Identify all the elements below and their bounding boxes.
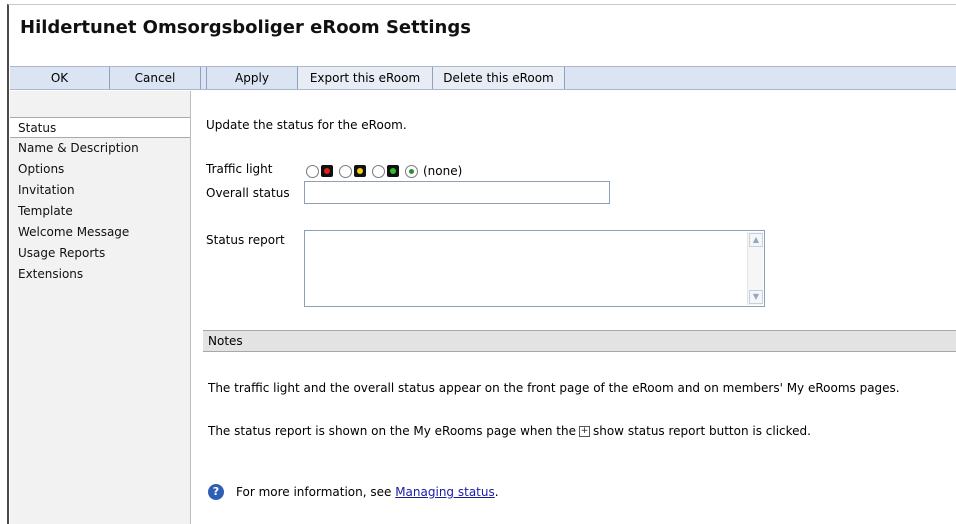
yellow-light-icon <box>354 165 366 177</box>
more-info: ? For more information, see Managing sta… <box>208 484 499 500</box>
notes-line-report-text-1: The status report is shown on the My eRo… <box>208 424 576 438</box>
ok-button[interactable]: OK <box>10 67 110 89</box>
help-icon: ? <box>208 484 224 500</box>
sidebar-item-invitation[interactable]: Invitation <box>10 180 190 201</box>
sidebar-item-template[interactable]: Template <box>10 201 190 222</box>
traffic-none-radio[interactable] <box>405 164 418 178</box>
traffic-red-radio[interactable] <box>306 164 319 178</box>
traffic-yellow-radio[interactable] <box>339 164 352 178</box>
notes-line-report: The status report is shown on the My eRo… <box>208 424 811 438</box>
red-light-icon <box>321 165 333 177</box>
notes-line-traffic: The traffic light and the overall status… <box>208 381 900 395</box>
sidebar: Status Name & Description Options Invita… <box>10 91 191 524</box>
overall-status-label: Overall status <box>206 186 290 200</box>
sidebar-item-options[interactable]: Options <box>10 159 190 180</box>
status-intro: Update the status for the eRoom. <box>206 118 407 132</box>
managing-status-link[interactable]: Managing status <box>395 485 495 499</box>
expand-plus-icon: + <box>578 425 590 437</box>
cancel-button[interactable]: Cancel <box>110 67 201 89</box>
overall-status-input[interactable] <box>304 181 610 204</box>
delete-eroom-button[interactable]: Delete this eRoom <box>433 67 565 89</box>
status-report-textarea[interactable]: ▲ ▼ <box>304 230 765 307</box>
notes-line-report-text-2: show status report button is clicked. <box>592 424 811 438</box>
sidebar-item-name-description[interactable]: Name & Description <box>10 138 190 159</box>
status-report-label: Status report <box>206 233 285 247</box>
traffic-none-label: (none) <box>423 164 463 178</box>
export-eroom-button[interactable]: Export this eRoom <box>298 67 433 89</box>
traffic-green-radio[interactable] <box>372 164 385 178</box>
page-title: Hildertunet Omsorgsboliger eRoom Setting… <box>20 17 471 38</box>
sidebar-item-usage-reports[interactable]: Usage Reports <box>10 243 190 264</box>
sidebar-item-status[interactable]: Status <box>10 117 190 138</box>
toolbar: OK Cancel Apply Export this eRoom Delete… <box>10 66 956 90</box>
more-info-suffix: . <box>494 485 499 499</box>
scroll-up-icon[interactable]: ▲ <box>749 233 763 247</box>
traffic-light-options: (none) <box>306 163 462 179</box>
scroll-down-icon[interactable]: ▼ <box>749 290 763 304</box>
green-light-icon <box>387 165 399 177</box>
sidebar-item-extensions[interactable]: Extensions <box>10 264 190 285</box>
status-report-scrollbar[interactable]: ▲ ▼ <box>747 232 763 305</box>
more-info-prefix: For more information, see <box>236 485 392 499</box>
notes-header: Notes <box>203 330 956 352</box>
apply-button[interactable]: Apply <box>206 67 298 89</box>
traffic-light-label: Traffic light <box>206 162 273 176</box>
sidebar-item-welcome-message[interactable]: Welcome Message <box>10 222 190 243</box>
